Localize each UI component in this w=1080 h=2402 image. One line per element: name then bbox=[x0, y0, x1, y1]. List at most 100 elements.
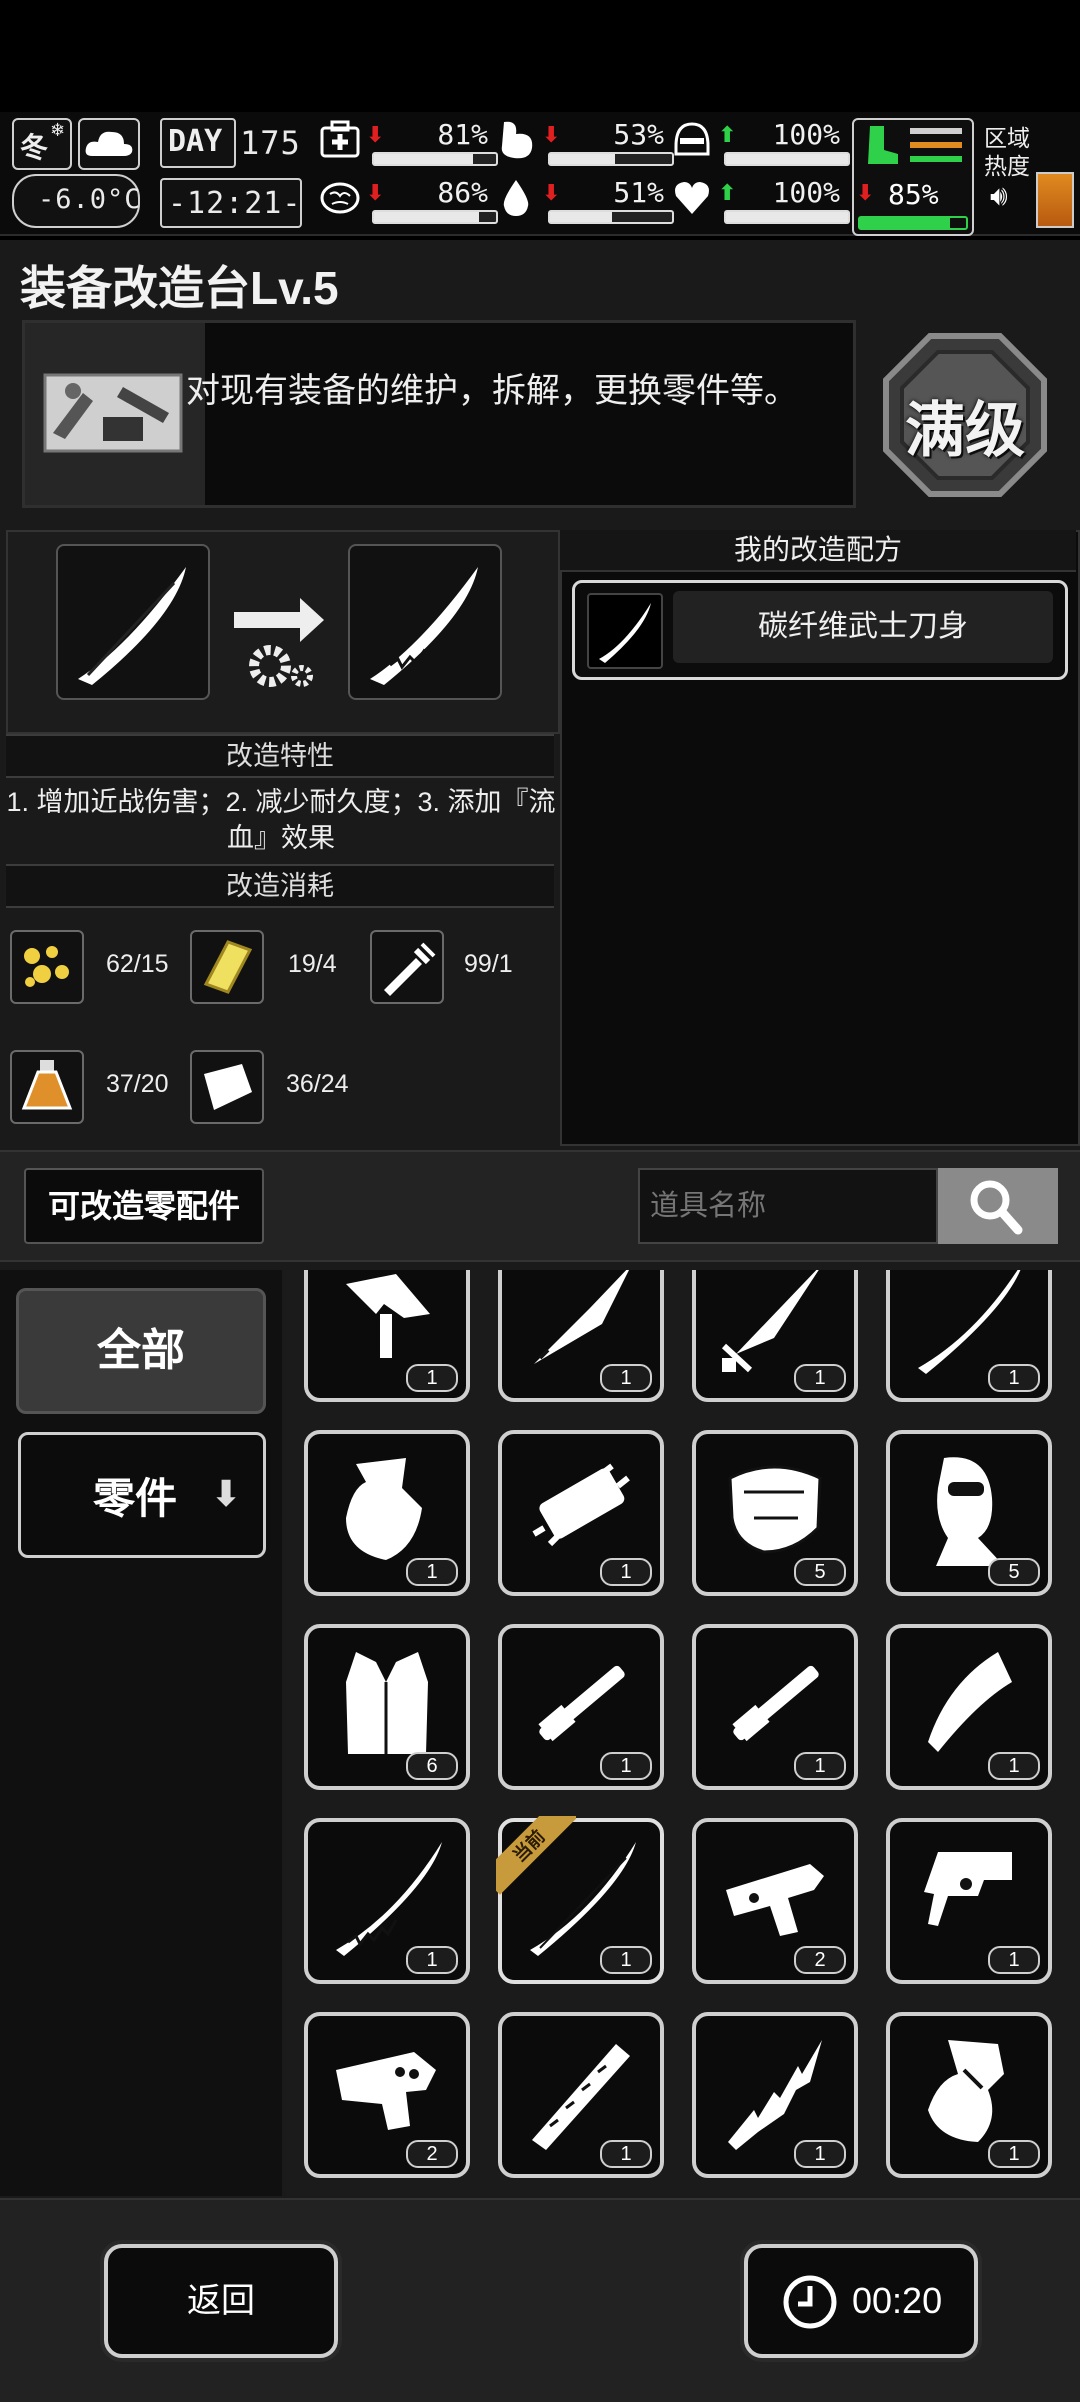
stat-sanity-value: 86% bbox=[437, 176, 488, 209]
item-count: 2 bbox=[406, 2140, 458, 2168]
item-count: 1 bbox=[600, 1558, 652, 1586]
item-count: 2 bbox=[794, 1946, 846, 1974]
stat-hunger-bar bbox=[548, 152, 674, 166]
boot-icon bbox=[868, 126, 898, 164]
balaclava-icon bbox=[936, 1457, 1004, 1566]
category-parts-tab[interactable]: 零件 ⬇ bbox=[18, 1432, 266, 1558]
search-button[interactable] bbox=[938, 1168, 1058, 1244]
inventory-item[interactable]: 5 bbox=[886, 1430, 1052, 1596]
search-input[interactable] bbox=[638, 1168, 938, 1244]
cloth-icon bbox=[204, 1064, 252, 1110]
clock-time: -12:21- bbox=[168, 186, 302, 221]
inventory-item[interactable]: 1 bbox=[304, 1430, 470, 1596]
inventory-item[interactable]: 1 bbox=[886, 1270, 1052, 1402]
category-all-tab[interactable]: 全部 bbox=[16, 1288, 266, 1414]
cost-value: 62/15 bbox=[106, 950, 169, 978]
inventory-item-current[interactable]: 当前 1 bbox=[496, 1816, 664, 1984]
trend-up-icon: ⬆ bbox=[718, 122, 737, 147]
inventory-item[interactable]: 1 bbox=[886, 1818, 1052, 1984]
trend-down-icon: ⬇ bbox=[366, 122, 385, 147]
katana-blade-icon bbox=[78, 567, 186, 685]
inventory-item[interactable]: 1 bbox=[692, 2012, 858, 2178]
cost-value: 19/4 bbox=[288, 950, 337, 978]
snowflake-icon: ❄ bbox=[50, 120, 66, 140]
cost-value: 37/20 bbox=[106, 1070, 169, 1098]
stat-stamina-value: 85% bbox=[888, 178, 939, 211]
gun-receiver-icon bbox=[726, 1864, 824, 1936]
workbench-tools-icon bbox=[43, 373, 183, 453]
inventory-item[interactable]: 2 bbox=[692, 1818, 858, 1984]
gun-receiver-icon bbox=[924, 1852, 1012, 1926]
item-count: 1 bbox=[988, 1752, 1040, 1780]
dagger-blade-icon bbox=[721, 1270, 819, 1373]
item-count: 1 bbox=[406, 1946, 458, 1974]
zone-heat-meter bbox=[1036, 172, 1074, 228]
inventory-item[interactable]: 1 bbox=[498, 1624, 664, 1790]
item-count: 1 bbox=[600, 1752, 652, 1780]
item-count: 1 bbox=[794, 2140, 846, 2168]
back-button[interactable]: 返回 bbox=[104, 2244, 338, 2358]
broken-axe-icon bbox=[346, 1458, 422, 1560]
inventory-item[interactable]: 5 bbox=[692, 1430, 858, 1596]
potion-flask-icon bbox=[21, 1060, 73, 1110]
item-count: 1 bbox=[600, 1364, 652, 1392]
clock-box: -12:21- bbox=[160, 178, 302, 228]
item-count: 1 bbox=[794, 1752, 846, 1780]
workbench-description-box bbox=[22, 320, 856, 508]
cost-item bbox=[190, 930, 264, 1004]
speaker-icon[interactable]: 🔊︎ bbox=[990, 180, 1008, 213]
feature-description: 1. 增加近战伤害；2. 减少耐久度；3. 添加『流血』效果 bbox=[6, 787, 556, 853]
cost-item bbox=[190, 1050, 264, 1124]
stat-mood-value: 100% bbox=[772, 176, 840, 209]
cost-item bbox=[10, 1050, 84, 1124]
modifiable-parts-button[interactable]: 可改造零配件 bbox=[24, 1168, 264, 1244]
source-item-slot[interactable] bbox=[56, 544, 210, 700]
workbench-title: 装备改造台Lv.5 bbox=[20, 262, 339, 314]
heart-icon bbox=[675, 182, 709, 214]
stat-mood: ⬆ 100% bbox=[670, 176, 850, 228]
inventory-item[interactable]: 1 bbox=[498, 1270, 664, 1402]
inventory-item[interactable]: 1 bbox=[498, 2012, 664, 2178]
arrow-down-icon: ⬇ bbox=[211, 1473, 242, 1514]
zone-heat-label: 区域热度 bbox=[984, 125, 1030, 179]
inventory-item[interactable]: 6 bbox=[304, 1624, 470, 1790]
season-label: 冬 bbox=[20, 132, 49, 163]
cost-item bbox=[10, 930, 84, 1004]
result-item-slot[interactable] bbox=[348, 544, 502, 700]
long-blade-icon bbox=[918, 1270, 1021, 1374]
inventory-item[interactable]: 1 bbox=[692, 1624, 858, 1790]
inventory-item[interactable]: 1 bbox=[498, 1430, 664, 1596]
recipe-item[interactable]: 碳纤维武士刀身 bbox=[572, 580, 1068, 680]
inventory-item[interactable]: 1 bbox=[886, 2012, 1052, 2178]
trend-down-icon: ⬇ bbox=[366, 180, 385, 205]
body-armor-icon bbox=[728, 1465, 822, 1554]
inventory-item[interactable]: 1 bbox=[692, 1270, 858, 1402]
stat-health: ⬇ 81% bbox=[318, 118, 498, 170]
inventory-item[interactable]: 1 bbox=[304, 1818, 470, 1984]
stat-thirst-value: 51% bbox=[613, 176, 664, 209]
item-count: 1 bbox=[600, 2140, 652, 2168]
stat-hunger: ⬇ 53% bbox=[494, 118, 674, 170]
recipe-item-icon-frame bbox=[587, 593, 663, 669]
convert-arrow-gear-icon bbox=[234, 598, 324, 687]
axe-head-icon bbox=[346, 1274, 430, 1358]
item-count: 1 bbox=[988, 1946, 1040, 1974]
serrated-sword-icon bbox=[532, 2044, 630, 2150]
syringe-icon bbox=[384, 942, 436, 996]
timer-button[interactable]: 00:20 bbox=[744, 2244, 978, 2358]
max-level-label: 满级 bbox=[905, 397, 1025, 464]
cost-header: 改造消耗 bbox=[6, 864, 554, 908]
temperature-value: -6.0°C bbox=[38, 184, 142, 215]
inventory-grid: 1 1 1 1 1 1 5 5 6 1 1 1 1 当前 1 2 1 2 1 1… bbox=[286, 1270, 1080, 2196]
inventory-item[interactable]: 1 bbox=[886, 1624, 1052, 1790]
claw-blade-icon bbox=[928, 1652, 1012, 1752]
clock-icon bbox=[783, 2275, 837, 2329]
inventory-item[interactable]: 1 bbox=[304, 1270, 470, 1402]
search-icon bbox=[970, 1180, 1023, 1235]
trend-down-icon: ⬇ bbox=[856, 180, 875, 205]
stat-armor-bar bbox=[724, 152, 850, 166]
trend-down-icon: ⬇ bbox=[542, 122, 561, 147]
recipe-item-name: 碳纤维武士刀身 bbox=[673, 591, 1053, 663]
inventory-item[interactable]: 2 bbox=[304, 2012, 470, 2178]
spear-head-icon bbox=[534, 1270, 629, 1364]
